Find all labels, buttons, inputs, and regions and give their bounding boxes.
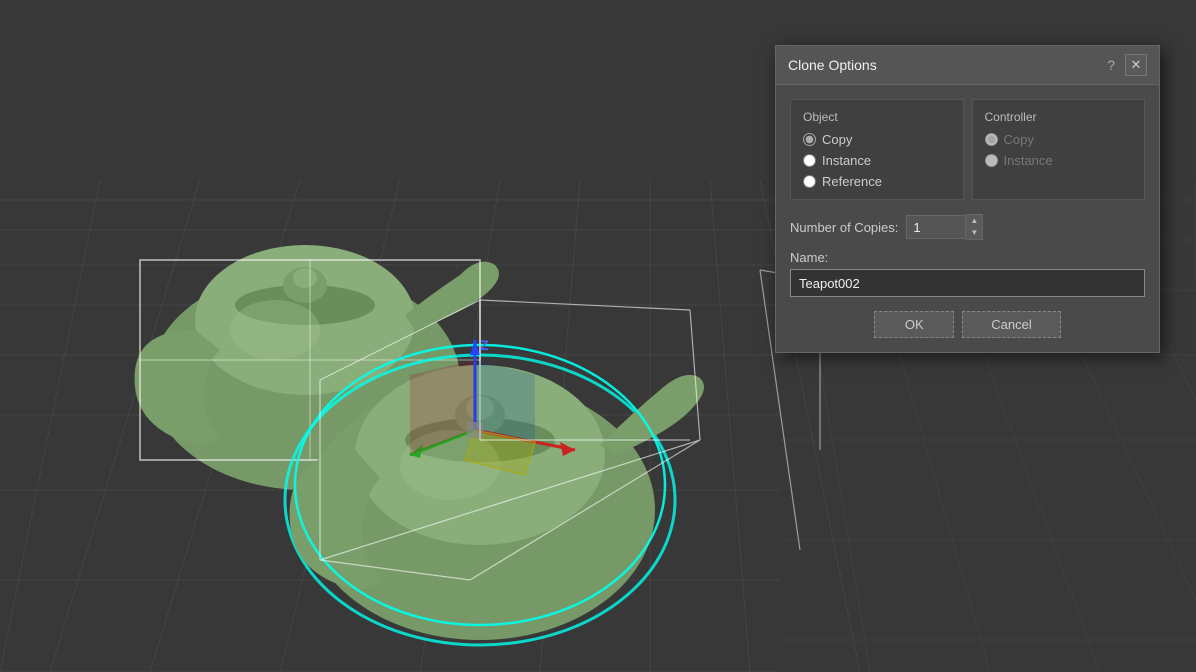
spinner-down-button[interactable]: ▼ — [966, 227, 982, 239]
dialog-titlebar: Clone Options ? ✕ — [776, 46, 1159, 85]
dialog-close-button[interactable]: ✕ — [1125, 54, 1147, 76]
name-input[interactable] — [790, 269, 1145, 297]
object-copy-radio[interactable] — [803, 133, 816, 146]
object-instance-radio[interactable] — [803, 154, 816, 167]
controller-instance-radio[interactable] — [985, 154, 998, 167]
controller-radio-group: Copy Instance — [985, 132, 1133, 168]
object-reference-radio[interactable] — [803, 175, 816, 188]
controller-section-title: Controller — [985, 110, 1133, 124]
object-instance-label: Instance — [822, 153, 871, 168]
dialog-controls: ? ✕ — [1103, 54, 1147, 76]
number-of-copies-row: Number of Copies: ▲ ▼ — [790, 214, 1145, 240]
controller-instance-label: Instance — [1004, 153, 1053, 168]
object-copy-option[interactable]: Copy — [803, 132, 951, 147]
name-label: Name: — [790, 250, 1145, 265]
ok-button[interactable]: OK — [874, 311, 954, 338]
object-radio-group: Copy Instance Reference — [803, 132, 951, 189]
object-reference-label: Reference — [822, 174, 882, 189]
number-of-copies-label: Number of Copies: — [790, 220, 898, 235]
controller-copy-label: Copy — [1004, 132, 1034, 147]
spinner-wrap: ▲ ▼ — [906, 214, 983, 240]
name-section: Name: — [790, 250, 1145, 297]
dialog-title: Clone Options — [788, 57, 877, 73]
object-reference-option[interactable]: Reference — [803, 174, 951, 189]
object-copy-label: Copy — [822, 132, 852, 147]
svg-text:Z: Z — [480, 337, 489, 353]
dialog-help-button[interactable]: ? — [1103, 57, 1119, 73]
controller-instance-option[interactable]: Instance — [985, 153, 1133, 168]
clone-sections: Object Copy Instance Reference — [790, 99, 1145, 200]
object-section-title: Object — [803, 110, 951, 124]
dialog-body: Object Copy Instance Reference — [776, 85, 1159, 352]
cancel-button[interactable]: Cancel — [962, 311, 1060, 338]
spinner-up-button[interactable]: ▲ — [966, 215, 982, 227]
clone-options-dialog: Clone Options ? ✕ Object Copy Instance — [775, 45, 1160, 353]
controller-section: Controller Copy Instance — [972, 99, 1146, 200]
spinner-buttons: ▲ ▼ — [966, 214, 983, 240]
controller-copy-option[interactable]: Copy — [985, 132, 1133, 147]
object-section: Object Copy Instance Reference — [790, 99, 964, 200]
controller-copy-radio[interactable] — [985, 133, 998, 146]
dialog-footer: OK Cancel — [790, 311, 1145, 338]
object-instance-option[interactable]: Instance — [803, 153, 951, 168]
number-of-copies-input[interactable] — [906, 215, 966, 239]
